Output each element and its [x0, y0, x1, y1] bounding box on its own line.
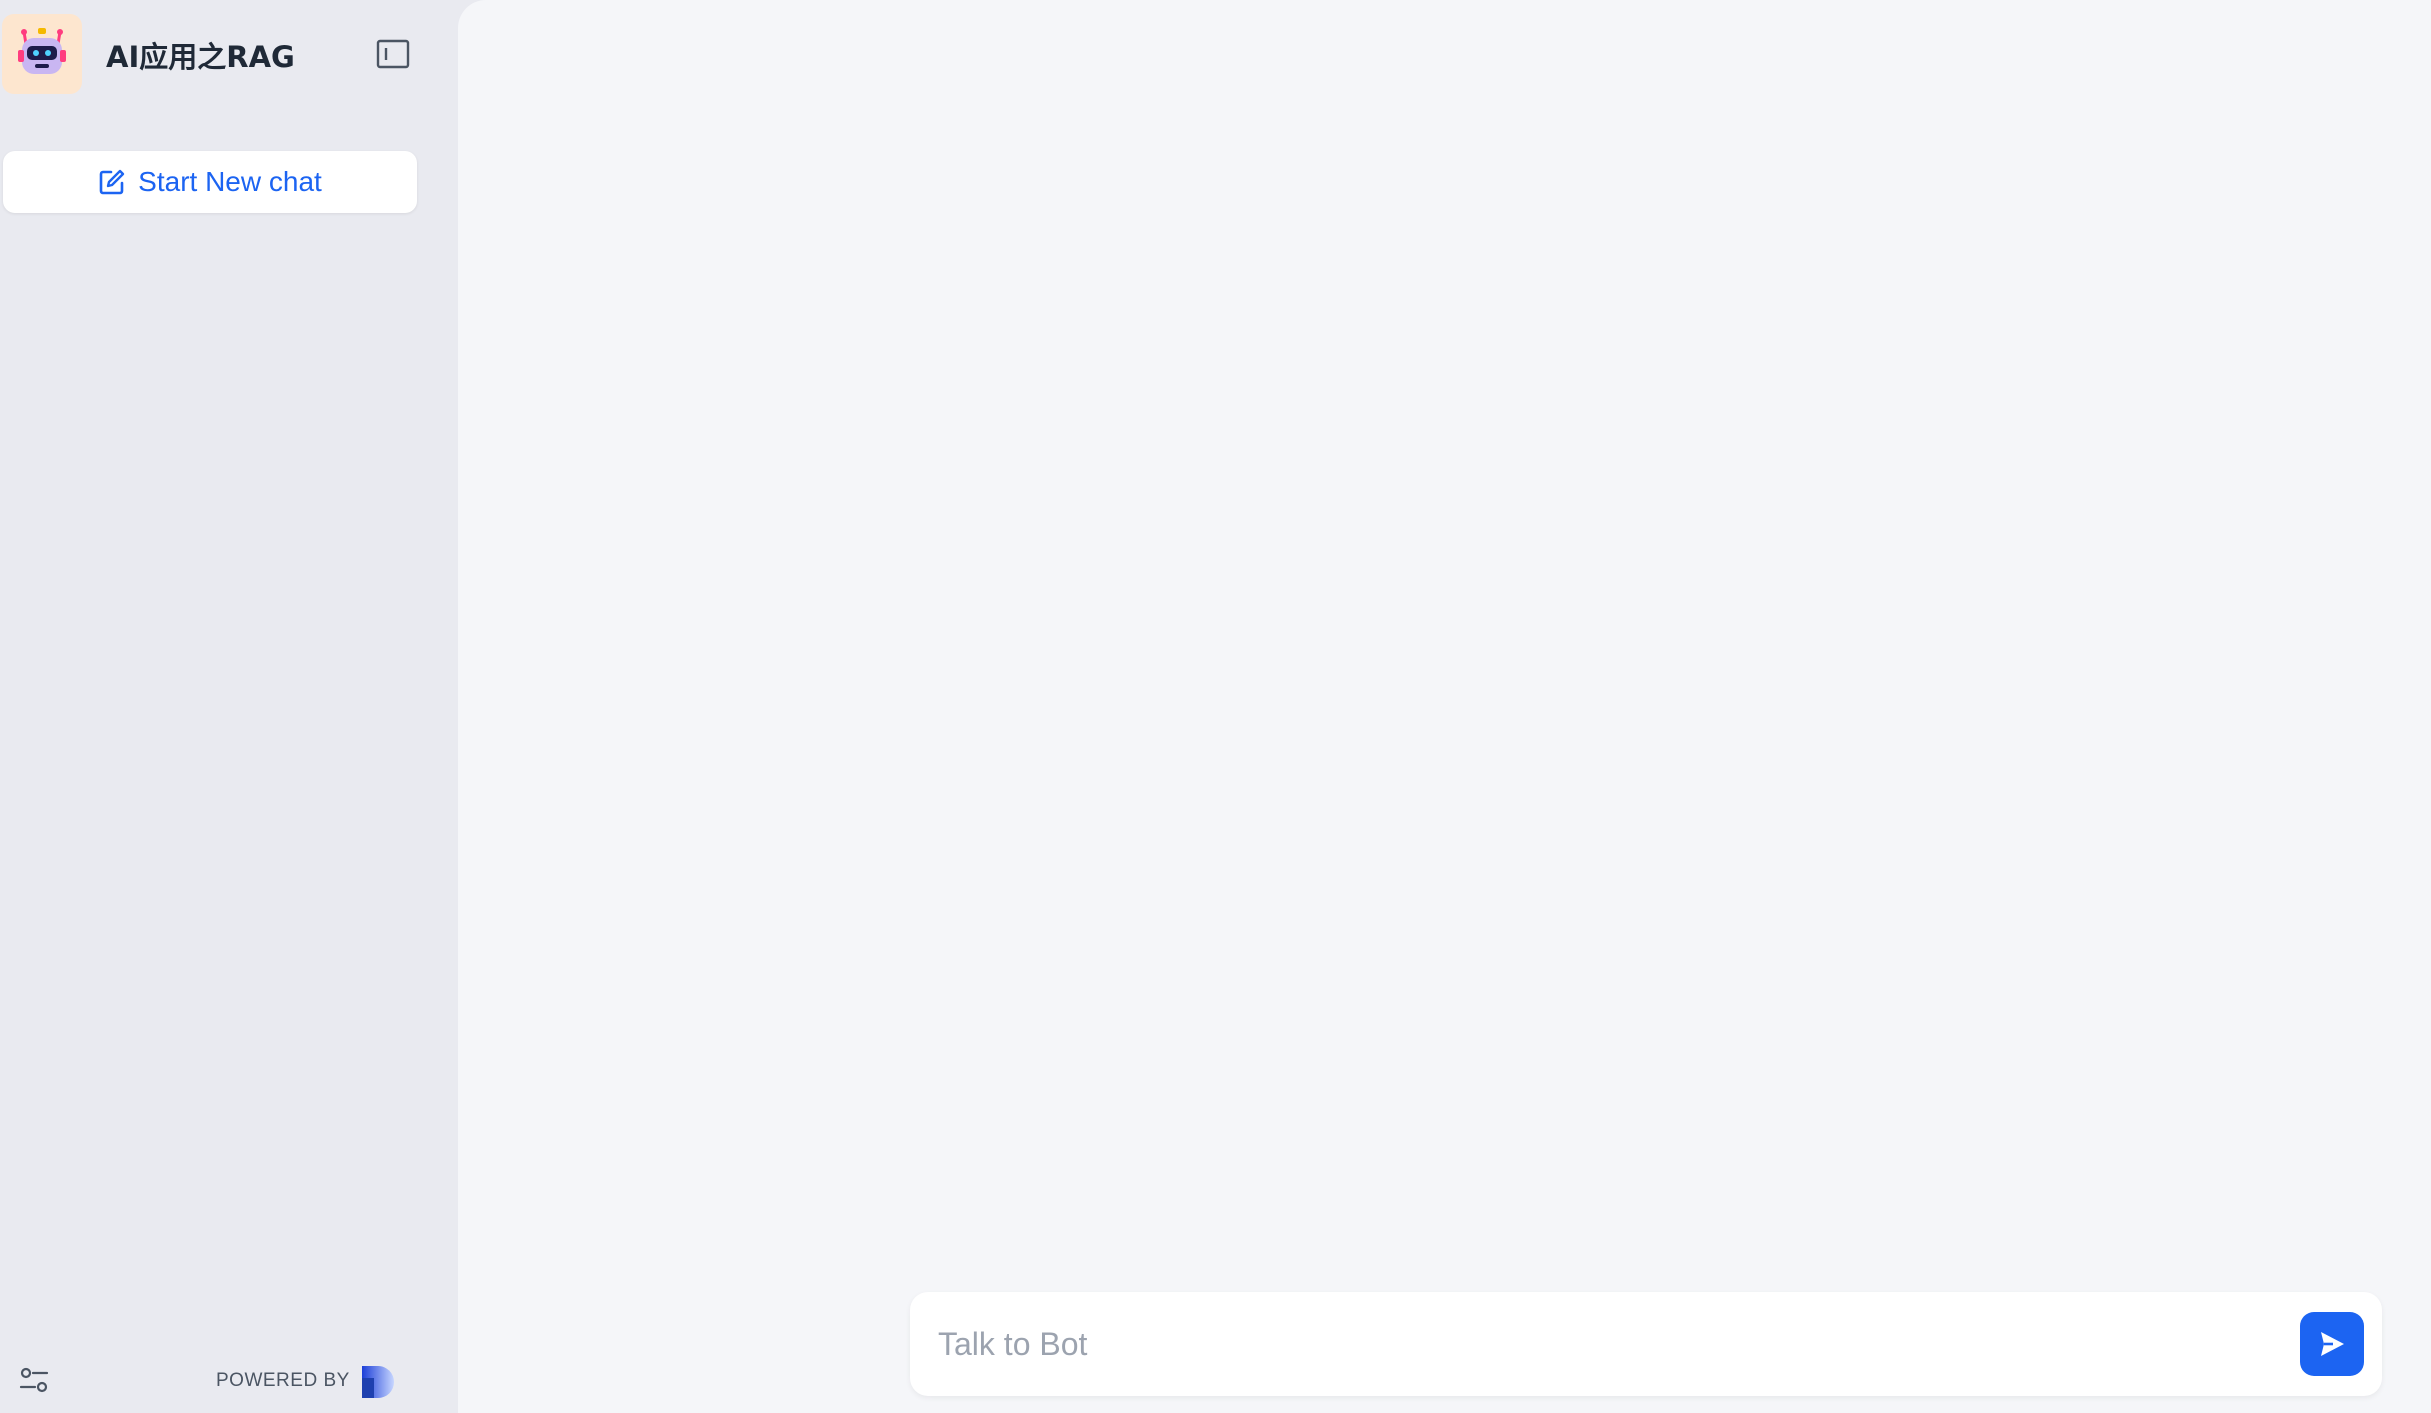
dify-logo-icon — [358, 1362, 400, 1402]
start-new-chat-button[interactable]: Start New chat — [3, 151, 417, 213]
sidebar-collapse-button[interactable] — [376, 38, 410, 70]
chat-main-area — [458, 0, 2431, 1413]
settings-sliders-icon[interactable] — [18, 1364, 50, 1396]
robot-avatar-icon — [2, 14, 82, 94]
chat-input[interactable] — [938, 1314, 2268, 1374]
sidebar-header: AI应用之RAG — [0, 12, 458, 96]
send-button[interactable] — [2300, 1312, 2364, 1376]
app-title: AI应用之RAG — [106, 40, 295, 74]
sidebar-footer: POWERED BY — [0, 1350, 458, 1410]
sidebar-collapse-icon — [376, 39, 410, 69]
sidebar: AI应用之RAG Start New chat POWERED BY — [0, 0, 458, 1413]
app-window: AI应用之RAG Start New chat POWERED BY Talk … — [0, 0, 2431, 1413]
powered-by-label: POWERED BY — [216, 1370, 350, 1391]
start-new-chat-label: Start New chat — [138, 166, 322, 197]
edit-square-icon — [99, 169, 125, 195]
message-composer — [910, 1292, 2382, 1396]
send-arrow-icon — [2321, 1332, 2344, 1356]
